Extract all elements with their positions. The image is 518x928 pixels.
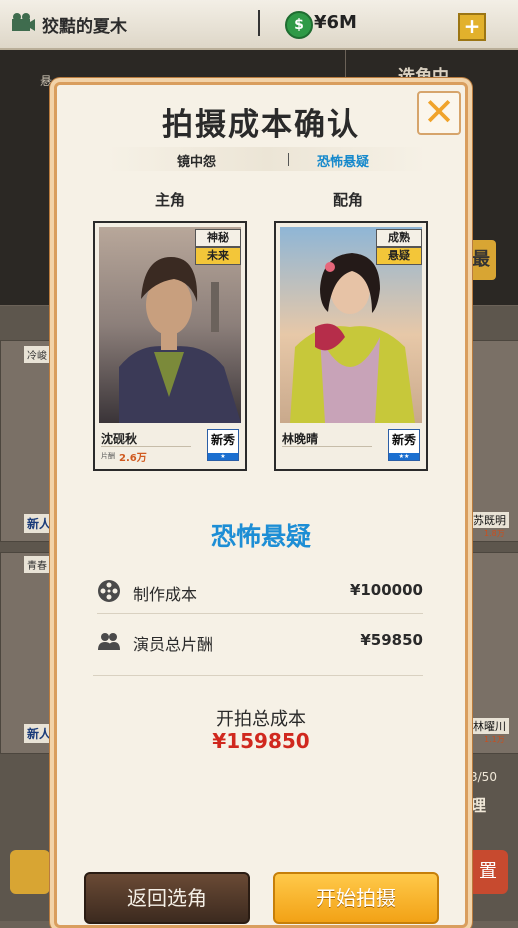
trait-tag: 成熟	[376, 229, 422, 247]
production-cost-row: 制作成本 ¥100000	[97, 569, 423, 614]
total-cost-value: ¥159850	[212, 729, 310, 753]
divider	[93, 675, 423, 676]
people-icon	[98, 633, 120, 650]
script-name: 镜中怨	[177, 155, 217, 170]
bg-tag: 青春	[24, 556, 50, 573]
rookie-badge: 新秀 ★	[207, 429, 239, 461]
lead-role-label: 主角	[155, 191, 186, 209]
actor-fee-label: 演员总片酬	[133, 635, 214, 654]
name-underline	[101, 446, 191, 447]
script-genre: 恐怖悬疑	[317, 155, 370, 170]
trait-tag: 悬疑	[376, 247, 422, 265]
bg-new-badge: 新人	[24, 514, 55, 533]
bg-settings-button: 置	[468, 850, 508, 894]
genre-title: 恐怖悬疑	[210, 522, 311, 551]
top-bar: 狡黠的夏木 $ ¥6M +	[0, 0, 518, 50]
production-cost-label: 制作成本	[133, 585, 198, 604]
bg-actor-name: 林曜川	[470, 718, 509, 734]
add-money-button[interactable]: +	[458, 13, 486, 41]
player-name: 狡黠的夏木	[42, 17, 127, 37]
close-icon: ✕	[423, 90, 455, 134]
subheader-bar	[107, 147, 427, 171]
production-cost-value: ¥100000	[349, 581, 423, 599]
actor-fee: 2.6万	[119, 453, 147, 464]
bg-actor-name: 苏既明	[470, 512, 509, 528]
trait-tag: 神秘	[195, 229, 241, 247]
name-underline	[282, 446, 372, 447]
rookie-badge-text: 新秀	[210, 433, 235, 447]
close-button[interactable]: ✕	[417, 91, 461, 135]
divider	[258, 10, 260, 36]
bg-fee: 1.1万	[484, 735, 505, 744]
lead-actor-card[interactable]: 神秘 未来 沈砚秋 片酬 2.6万 新秀 ★	[93, 221, 247, 471]
support-role-label: 配角	[333, 191, 364, 209]
actor-name: 林晚晴	[282, 432, 319, 446]
film-reel-icon	[98, 580, 120, 602]
support-actor-card[interactable]: 成熟 悬疑 林晚晴 新秀 ★★	[274, 221, 428, 471]
dialog-title: 拍摄成本确认	[162, 107, 360, 143]
bg-text: 悬	[40, 74, 53, 88]
bg-actor-card	[0, 340, 50, 542]
bg-manage: 理	[470, 796, 487, 815]
trait-tag: 未来	[195, 247, 241, 265]
plus-icon: +	[463, 14, 481, 38]
camera-icon	[12, 13, 35, 31]
rookie-badge: 新秀 ★★	[388, 429, 420, 461]
bg-new-badge: 新人	[24, 724, 55, 743]
bg-tag: 冷峻	[24, 346, 50, 363]
fee-label: 片酬	[101, 452, 115, 460]
total-cost-label: 开拍总成本	[216, 709, 306, 730]
money-amount: ¥6M	[314, 12, 357, 33]
actor-name: 沈砚秋	[101, 432, 138, 446]
cost-confirm-dialog: 拍摄成本确认 ✕ 镜中怨 恐怖悬疑 主角 配角 神秘 未来 沈砚秋 片酬 2.6…	[54, 82, 468, 928]
start-shooting-button[interactable]: 开始拍摄	[273, 872, 439, 924]
back-to-casting-button[interactable]: 返回选角	[84, 872, 250, 924]
actor-fee-row: 演员总片酬 ¥59850	[97, 619, 423, 663]
subheader-divider	[288, 153, 289, 166]
star-icon: ★★	[389, 453, 419, 460]
rookie-badge-text: 新秀	[391, 433, 416, 447]
dollar-coin-icon: $	[285, 11, 313, 39]
bg-count: 3/50	[470, 770, 497, 784]
bg-fee: 1.8万	[484, 529, 505, 538]
star-icon: ★	[208, 453, 238, 460]
bg-button: 最	[466, 240, 496, 280]
actor-fee-value: ¥59850	[360, 631, 423, 649]
bg-trophy-button	[10, 850, 50, 894]
